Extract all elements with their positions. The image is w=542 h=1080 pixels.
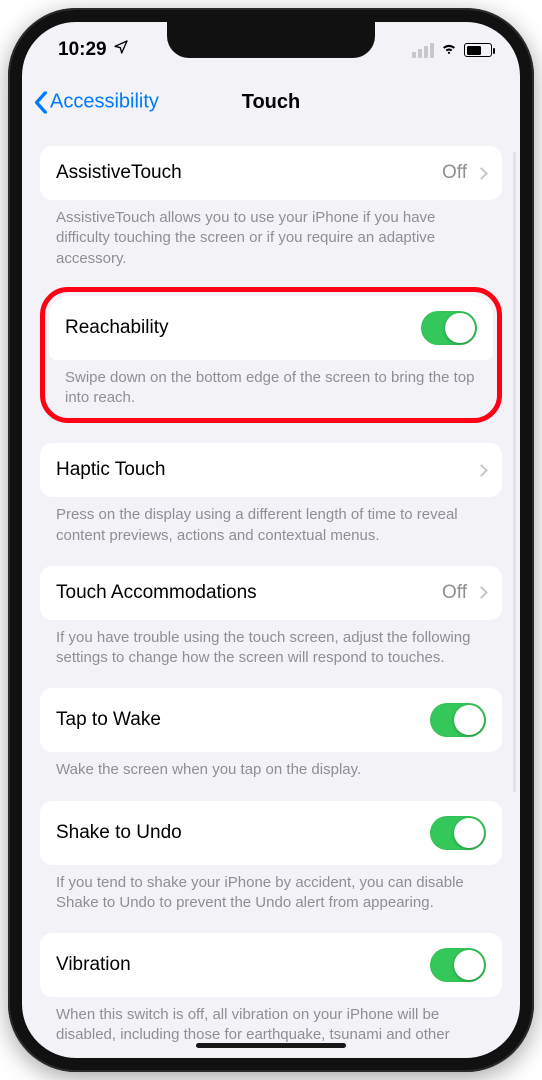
back-label: Accessibility: [50, 91, 159, 114]
cell-right: Off: [442, 162, 486, 184]
screen: 10:29 Accessibility Touch: [22, 22, 520, 1058]
cell-taptowake[interactable]: Tap to Wake: [40, 688, 502, 752]
group-haptic: Haptic Touch Press on the display using …: [40, 443, 502, 546]
cell-label: Shake to Undo: [56, 822, 182, 844]
device-frame: 10:29 Accessibility Touch: [8, 8, 534, 1072]
cell-label: Reachability: [65, 317, 169, 339]
notch: [167, 22, 375, 58]
footer-reachability: Swipe down on the bottom edge of the scr…: [49, 360, 493, 415]
toggle-knob: [445, 313, 475, 343]
cell-right: Off: [442, 582, 486, 604]
wifi-icon: [440, 39, 458, 61]
chevron-left-icon: [34, 91, 48, 113]
footer-accommodations: If you have trouble using the touch scre…: [40, 620, 502, 669]
toggle-vibration[interactable]: [430, 948, 486, 982]
cell-right: [477, 466, 486, 475]
scroll-indicator: [513, 152, 516, 792]
toggle-knob: [454, 705, 484, 735]
toggle-reachability[interactable]: [421, 311, 477, 345]
cell-reachability[interactable]: Reachability: [49, 296, 493, 360]
toggle-shake[interactable]: [430, 816, 486, 850]
cell-vibration[interactable]: Vibration: [40, 933, 502, 997]
group-vibration: Vibration When this switch is off, all v…: [40, 933, 502, 1046]
toggle-knob: [454, 818, 484, 848]
footer-taptowake: Wake the screen when you tap on the disp…: [40, 752, 502, 780]
location-icon: [113, 39, 129, 61]
cell-assistivetouch[interactable]: AssistiveTouch Off: [40, 146, 502, 200]
cell-haptic[interactable]: Haptic Touch: [40, 443, 502, 497]
status-right: [412, 39, 492, 61]
nav-bar: Accessibility Touch: [22, 78, 520, 126]
back-button[interactable]: Accessibility: [34, 91, 159, 114]
toggle-taptowake[interactable]: [430, 703, 486, 737]
footer-vibration: When this switch is off, all vibration o…: [40, 997, 502, 1046]
settings-content[interactable]: AssistiveTouch Off AssistiveTouch allows…: [22, 126, 520, 1046]
status-time: 10:29: [58, 39, 107, 61]
group-assistivetouch: AssistiveTouch Off AssistiveTouch allows…: [40, 146, 502, 269]
page-title: Touch: [242, 91, 301, 114]
chevron-right-icon: [475, 167, 488, 180]
footer-shake: If you tend to shake your iPhone by acci…: [40, 865, 502, 914]
signal-icon: [412, 43, 434, 58]
cell-accommodations[interactable]: Touch Accommodations Off: [40, 566, 502, 620]
highlight-reachability: Reachability Swipe down on the bottom ed…: [40, 287, 502, 424]
cell-value: Off: [442, 162, 467, 184]
cell-label: Touch Accommodations: [56, 582, 257, 604]
battery-icon: [464, 43, 492, 57]
footer-assistivetouch: AssistiveTouch allows you to use your iP…: [40, 200, 502, 269]
home-indicator[interactable]: [196, 1043, 346, 1048]
group-accommodations: Touch Accommodations Off If you have tro…: [40, 566, 502, 669]
group-shake: Shake to Undo If you tend to shake your …: [40, 801, 502, 914]
toggle-knob: [454, 950, 484, 980]
cell-label: Haptic Touch: [56, 459, 166, 481]
cell-label: AssistiveTouch: [56, 162, 182, 184]
status-left: 10:29: [58, 39, 129, 61]
cell-label: Vibration: [56, 954, 131, 976]
group-taptowake: Tap to Wake Wake the screen when you tap…: [40, 688, 502, 780]
chevron-right-icon: [475, 464, 488, 477]
chevron-right-icon: [475, 586, 488, 599]
footer-haptic: Press on the display using a different l…: [40, 497, 502, 546]
cell-label: Tap to Wake: [56, 709, 161, 731]
cell-shake[interactable]: Shake to Undo: [40, 801, 502, 865]
cell-value: Off: [442, 582, 467, 604]
